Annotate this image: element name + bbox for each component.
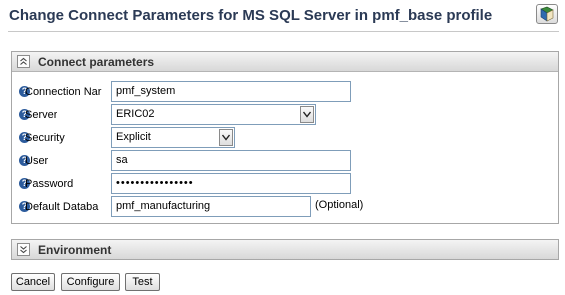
security-select-value: Explicit: [116, 131, 151, 143]
configure-button[interactable]: Configure: [61, 273, 120, 291]
book-icon-button[interactable]: [536, 4, 558, 24]
optional-note: (Optional): [315, 199, 364, 211]
collapse-icon[interactable]: [17, 55, 30, 68]
user-label: User: [25, 155, 49, 167]
cancel-button[interactable]: Cancel: [11, 273, 55, 291]
server-select-value: ERIC02: [116, 108, 155, 120]
book-icon: [540, 6, 554, 22]
test-button[interactable]: Test: [125, 273, 160, 291]
title-divider: [8, 31, 559, 32]
environment-header[interactable]: Environment: [12, 240, 558, 259]
default-database-label: Default Databa: [25, 201, 99, 213]
environment-panel: Environment: [11, 239, 559, 260]
chevron-down-icon[interactable]: [219, 129, 233, 146]
connect-parameters-header[interactable]: Connect parameters: [12, 52, 558, 72]
connection-name-label: Connection Nar: [25, 86, 102, 98]
chevron-down-icon[interactable]: [300, 106, 314, 123]
expand-icon[interactable]: [17, 243, 30, 256]
connection-name-input[interactable]: pmf_system: [111, 81, 351, 102]
page-title: Change Connect Parameters for MS SQL Ser…: [9, 7, 493, 24]
connect-parameters-title: Connect parameters: [38, 55, 155, 69]
environment-title: Environment: [38, 243, 112, 257]
user-input[interactable]: sa: [111, 150, 351, 171]
security-label: Security: [25, 132, 65, 144]
default-database-input[interactable]: pmf_manufacturing: [111, 196, 311, 217]
password-label: Password: [25, 178, 74, 190]
server-label: Server: [25, 109, 58, 121]
security-select[interactable]: Explicit: [111, 127, 235, 148]
password-input[interactable]: ••••••••••••••••: [111, 173, 351, 194]
server-select[interactable]: ERIC02: [111, 104, 316, 125]
